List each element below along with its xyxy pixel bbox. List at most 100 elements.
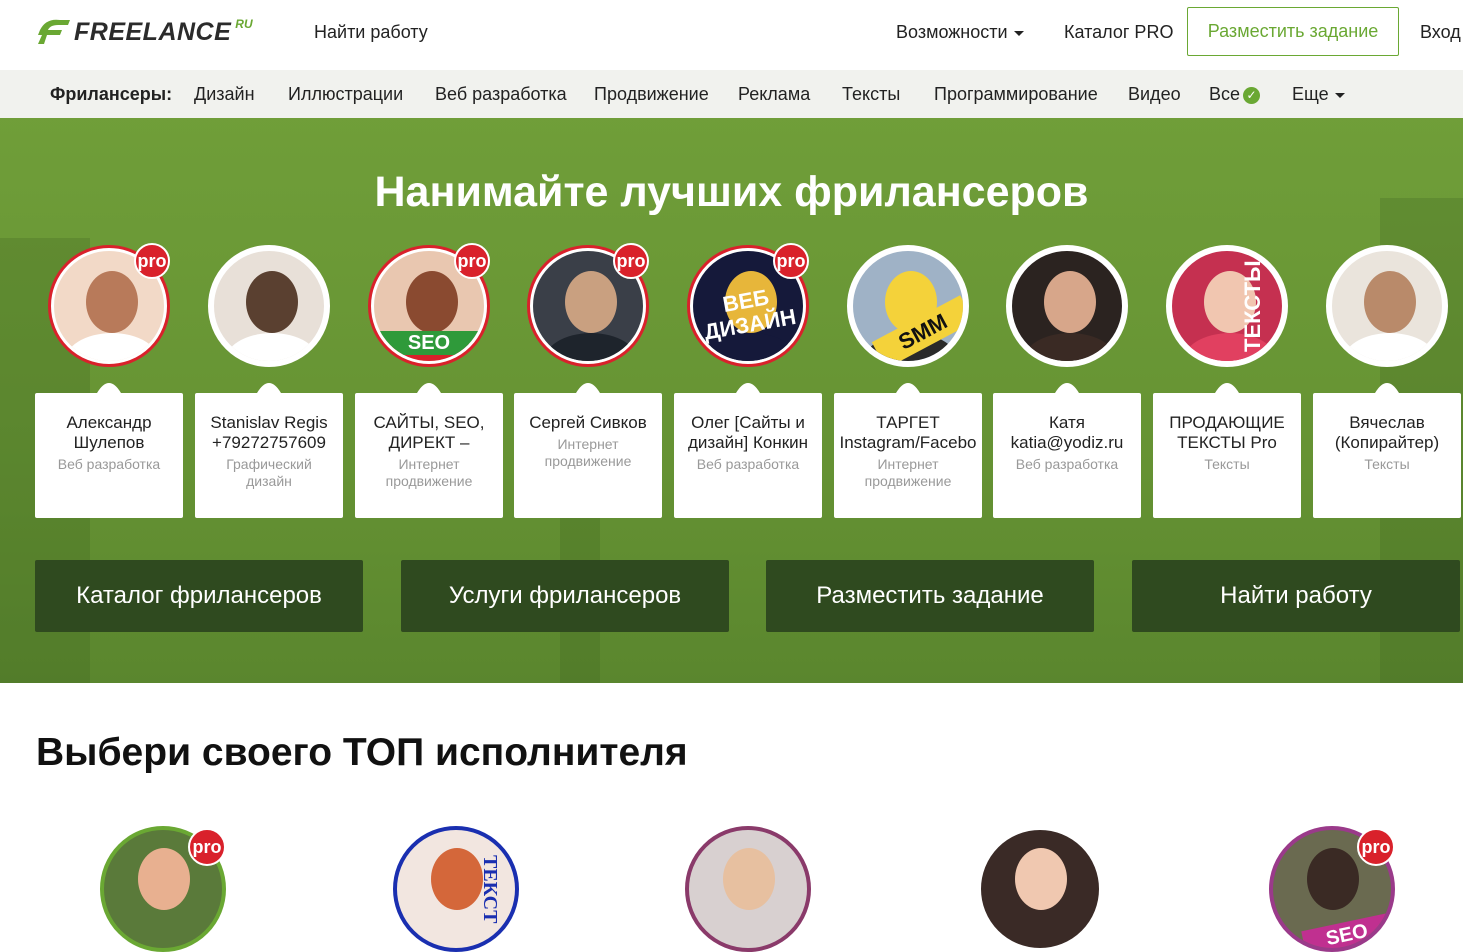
category-bar-title: Фрилансеры: xyxy=(50,84,173,104)
freelancer-info[interactable]: САЙТЫ, SEO, ДИРЕКТ – Интернет продвижени… xyxy=(355,393,503,518)
category-promotion[interactable]: Продвижение xyxy=(594,84,709,105)
find-work-link[interactable]: Найти работу xyxy=(314,22,428,43)
freelancer-card[interactable]: ТЕКСТЫ ПРОДАЮЩИЕ ТЕКСТЫ Pro Тексты xyxy=(1153,245,1301,518)
freelancer-name-line2: Шулепов xyxy=(73,433,145,452)
login-link[interactable]: Вход xyxy=(1420,22,1461,43)
category-all[interactable]: Все ✓ xyxy=(1209,84,1261,105)
card-pointer xyxy=(736,383,760,393)
freelancer-category: Веб разработка xyxy=(696,456,800,472)
chevron-down-icon xyxy=(1013,30,1024,36)
freelancer-category: Интернет xyxy=(877,456,939,472)
freelancer-card[interactable]: pro Сергей Сивков Интернет продвижение xyxy=(514,243,662,518)
freelancer-card[interactable]: Катя katia@yodiz.ru Веб разработка xyxy=(993,245,1141,518)
card-pointer xyxy=(97,383,121,393)
freelancer-name: ТАРГЕТ xyxy=(876,413,940,432)
hero-title: Нанимайте лучших фрилансеров xyxy=(374,168,1089,216)
card-pointer xyxy=(1055,383,1079,393)
catalog-freelancers-button[interactable]: Каталог фрилансеров xyxy=(35,560,363,632)
pro-badge: pro xyxy=(1357,828,1395,866)
freelancer-avatar[interactable] xyxy=(1006,245,1128,367)
freelancer-name: Александр xyxy=(66,413,152,432)
freelancer-category: Интернет xyxy=(557,436,619,452)
card-pointer xyxy=(417,383,441,393)
freelancer-name: Stanislav Regis xyxy=(210,413,328,432)
logo-text: FREELANCE xyxy=(74,17,232,46)
features-label: Возможности xyxy=(896,22,1008,42)
pro-badge: pro xyxy=(454,243,490,279)
pro-badge: pro xyxy=(773,243,809,279)
freelancer-services-button[interactable]: Услуги фрилансеров xyxy=(401,560,729,632)
freelancer-name: Катя xyxy=(1049,413,1085,432)
freelancer-avatar[interactable]: SMM xyxy=(847,245,969,367)
card-pointer xyxy=(576,383,600,393)
freelancer-category: Тексты xyxy=(1364,456,1410,472)
card-pointer xyxy=(1215,383,1239,393)
logo-suffix: RU xyxy=(235,17,253,31)
top-freelancer-avatar[interactable]: ТЕКСТ xyxy=(393,826,519,952)
top-freelancer-avatar[interactable] xyxy=(977,826,1103,952)
freelancer-name-line2: katia@yodiz.ru xyxy=(1010,433,1124,452)
freelancer-name-line2: +79272757609 xyxy=(212,433,326,452)
freelancer-card[interactable]: Stanislav Regis +79272757609 Графический… xyxy=(195,245,343,518)
freelancer-card[interactable]: pro Александр Шулепов Веб разработка xyxy=(35,243,183,518)
freelancer-category: Интернет xyxy=(398,456,460,472)
hero-find-work-button[interactable]: Найти работу xyxy=(1132,560,1460,632)
chevron-down-icon xyxy=(1334,92,1345,98)
freelancer-info[interactable]: Олег [Сайты и дизайн] Конкин Веб разрабо… xyxy=(674,393,822,518)
freelancer-info[interactable]: Сергей Сивков Интернет продвижение xyxy=(514,393,662,518)
category-design[interactable]: Дизайн xyxy=(194,84,255,105)
freelancer-card[interactable]: SEO pro САЙТЫ, SEO, ДИРЕКТ – Интернет пр… xyxy=(355,243,503,518)
catalog-pro-link[interactable]: Каталог PRO xyxy=(1064,22,1173,43)
avatar-label: ВЕБ ДИЗАЙН xyxy=(702,284,798,345)
freelancer-info[interactable]: ТАРГЕТ Instagram/Facebo Интернет продвиж… xyxy=(834,393,982,518)
freelancer-name-line2: дизайн] Конкин xyxy=(687,433,809,452)
freelancer-info[interactable]: Stanislav Regis +79272757609 Графический… xyxy=(195,393,343,518)
category-video[interactable]: Видео xyxy=(1128,84,1181,105)
category-programming[interactable]: Программирование xyxy=(934,84,1098,105)
category-ads[interactable]: Реклама xyxy=(738,84,810,105)
avatar-label: SEO xyxy=(374,331,484,355)
category-texts[interactable]: Тексты xyxy=(842,84,900,105)
freelancer-category: Графический xyxy=(226,456,312,472)
avatar-label: ТЕКСТ xyxy=(479,854,501,924)
hero-post-task-button[interactable]: Разместить задание xyxy=(766,560,1094,632)
freelancer-category: Веб разработка xyxy=(1015,456,1119,472)
freelancer-info[interactable]: Катя katia@yodiz.ru Веб разработка xyxy=(993,393,1141,518)
freelancer-name-line2: ТЕКСТЫ Pro xyxy=(1177,433,1277,452)
card-pointer xyxy=(896,383,920,393)
freelancer-card[interactable]: SMM ТАРГЕТ Instagram/Facebo Интернет про… xyxy=(834,245,982,518)
logo-f-icon xyxy=(38,19,70,44)
pro-badge: pro xyxy=(613,243,649,279)
freelancer-avatar[interactable]: ТЕКСТЫ xyxy=(1166,245,1288,367)
freelancer-name-line2: (Копирайтер) xyxy=(1334,433,1440,452)
freelancer-category-line2: продвижение xyxy=(864,473,952,489)
freelancer-name: САЙТЫ, SEO, xyxy=(373,413,485,432)
category-bar: Фрилансеры: Дизайн Иллюстрации Веб разра… xyxy=(0,70,1463,118)
category-more[interactable]: Еще xyxy=(1292,84,1345,105)
freelancer-category: Веб разработка xyxy=(57,456,161,472)
freelancer-avatar[interactable] xyxy=(208,245,330,367)
category-all-label: Все xyxy=(1209,84,1241,104)
avatar-label: ТЕКСТЫ xyxy=(1240,260,1265,352)
freelance-logo[interactable]: FREELANCE RU xyxy=(36,16,253,48)
freelancer-name-line2: ДИРЕКТ – xyxy=(388,433,470,452)
freelancer-info[interactable]: Вячеслав (Копирайтер) Тексты xyxy=(1313,393,1461,518)
features-menu[interactable]: Возможности xyxy=(896,22,1024,43)
freelancer-info[interactable]: ПРОДАЮЩИЕ ТЕКСТЫ Pro Тексты xyxy=(1153,393,1301,518)
freelancer-info[interactable]: Александр Шулепов Веб разработка xyxy=(35,393,183,518)
top-freelancer-avatar[interactable] xyxy=(685,826,811,952)
pro-badge: pro xyxy=(188,828,226,866)
freelancer-card[interactable]: Вячеслав (Копирайтер) Тексты xyxy=(1313,245,1461,518)
freelancer-name: ПРОДАЮЩИЕ xyxy=(1169,413,1285,432)
freelancer-category: Тексты xyxy=(1204,456,1250,472)
check-icon: ✓ xyxy=(1243,87,1261,104)
category-more-label: Еще xyxy=(1292,84,1329,104)
category-web-dev[interactable]: Веб разработка xyxy=(435,84,567,105)
freelancer-name-line2: Instagram/Facebo xyxy=(839,433,977,452)
hero-section: Нанимайте лучших фрилансеров pro Алексан… xyxy=(0,118,1463,683)
freelancer-card[interactable]: ВЕБ ДИЗАЙН pro Олег [Сайты и дизайн] Кон… xyxy=(674,243,822,518)
freelancer-name: Вячеслав xyxy=(1349,413,1425,432)
category-illustrations[interactable]: Иллюстрации xyxy=(288,84,403,105)
freelancer-avatar[interactable] xyxy=(1326,245,1448,367)
post-task-button[interactable]: Разместить задание xyxy=(1187,7,1399,56)
